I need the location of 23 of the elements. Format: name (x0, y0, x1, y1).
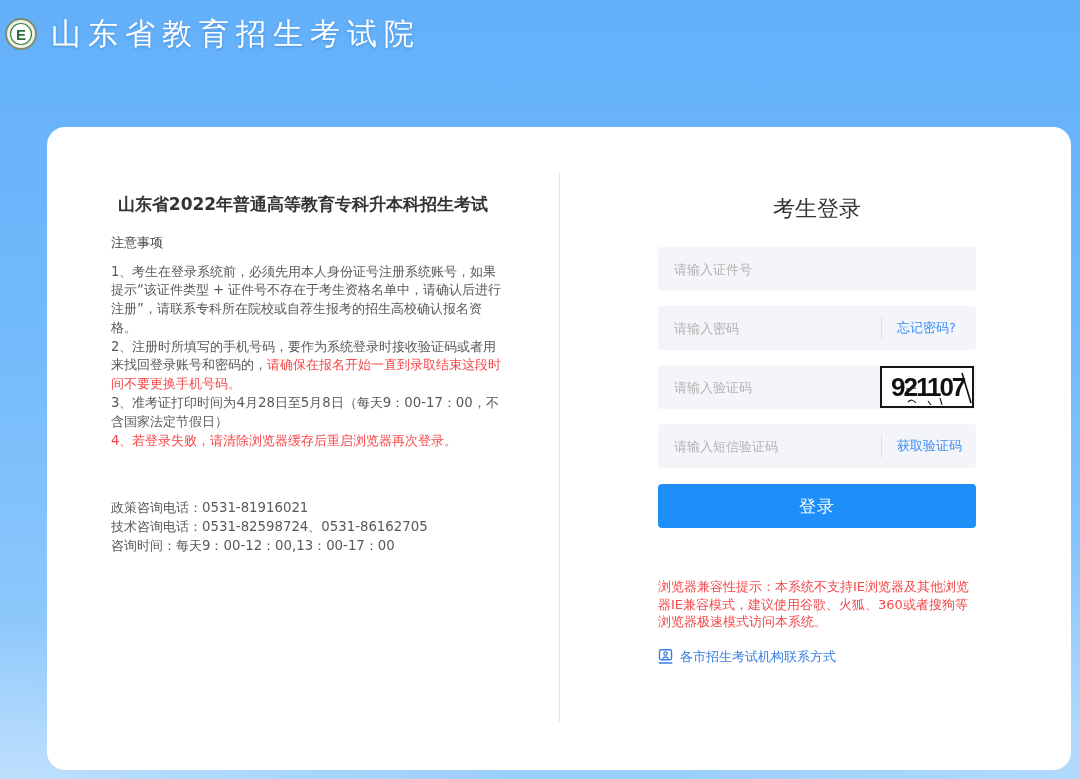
login-button[interactable]: 登录 (658, 484, 976, 528)
emblem-icon: E (5, 18, 37, 50)
notice-item: 1、考生在登录系统前，必须先用本人身份证号注册系统账号，如果提示“该证件类型 + 证件号不存在于考生资格名单中，请确认后进行注册”，请联系专科所在院校或自荐生报考的招生高校确认报名资格。 (111, 262, 503, 337)
contact-info: 政策咨询电话：0531-81916021 (111, 499, 310, 518)
get-code-link[interactable]: 获取验证码 (897, 437, 962, 455)
forgot-password-link[interactable]: 忘记密码? (897, 319, 956, 337)
login-title: 考生登录 (772, 196, 862, 222)
site-title: 山东省教育招生考试院 (51, 16, 421, 52)
captcha-image[interactable]: 921107 (880, 366, 974, 408)
notice-item: 3、准考证打印时间为4月28日至5月8日（每天9：00-17：00，不含国家法定节假日） (111, 394, 500, 431)
id-number-field[interactable]: 请输入证件号 (658, 247, 976, 291)
contact-info: 技术咨询电话：0531-82598724、0531-86162705 (111, 518, 429, 537)
person-card-icon (658, 649, 673, 664)
contact-link[interactable]: 各市招生考试机构联系方式 (658, 646, 836, 667)
compat-notice: 浏览器兼容性提示：本系统不支持IE浏览器及其他浏览器IE兼容模式，建议使用谷歌、火狐、360或者搜狗等浏览器极速模式访问本系统。 (658, 578, 971, 631)
notice-item: 4、若登录失败，请清除浏览器缓存后重启浏览器再次登录。 (111, 431, 459, 450)
password-field[interactable]: 请输入密码 忘记密码? (658, 306, 976, 350)
notice-title: 山东省2022年普通高等教育专科升本科招生考试 (116, 193, 490, 216)
sms-code-field[interactable]: 请输入短信验证码 获取验证码 (658, 424, 976, 468)
notice-heading: 注意事项 (111, 234, 164, 252)
notice-item: 2、注册时所填写的手机号码，要作为系统登录时接收验证码或者用来找回登录账号和密码的，请确保在报名开始一直到录取结束这段时间不要更换手机号码。 (111, 337, 502, 394)
contact-info: 咨询时间：每天9：00-12：00,13：00-17：00 (111, 537, 396, 556)
captcha-field[interactable]: 请输入验证码 921107 (658, 365, 976, 409)
